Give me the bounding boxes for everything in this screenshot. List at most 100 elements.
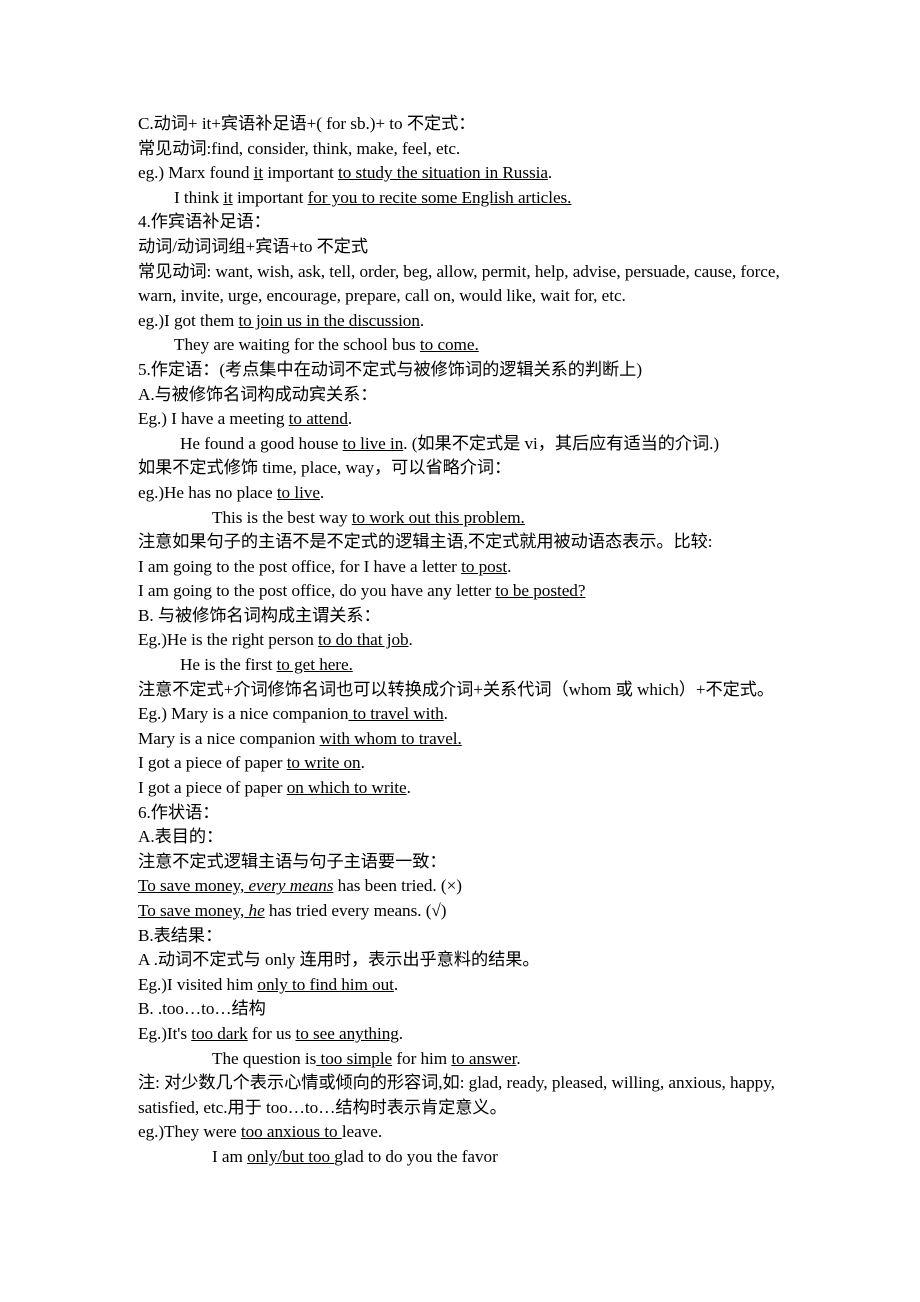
- line-text: 常见动词: want, wish, ask, tell, order, beg,…: [138, 261, 780, 306]
- text-line-39: 注: 对少数几个表示心情或倾向的形容词,如: glad, ready, plea…: [138, 1071, 798, 1120]
- text-line-32: To save money, he has tried every means.…: [138, 899, 798, 924]
- line-prefix: He found a good house: [180, 433, 343, 453]
- text-line-23: 注意不定式+介词修饰名词也可以转换成介词+关系代词（whom 或 which）+…: [138, 678, 798, 703]
- line-text: B. 与被修饰名词构成主谓关系：: [138, 605, 381, 625]
- text-line-12: Eg.) I have a meeting to attend.: [138, 407, 798, 432]
- line-text: 常见动词:find, consider, think, make, feel, …: [138, 138, 461, 158]
- underlined-phrase: for you to recite some English articles.: [307, 187, 572, 207]
- text-line-02: 常见动词:find, consider, think, make, feel, …: [138, 137, 798, 162]
- line-prefix: I am going to the post office, for I hav…: [138, 556, 462, 576]
- underlined-phrase: to come.: [419, 335, 479, 355]
- line-suffix: .: [347, 409, 353, 429]
- italic-underlined-phrase: he: [244, 901, 265, 920]
- line-text: C.动词+ it+宾语补足语+( for sb.)+ to 不定式：: [138, 114, 476, 133]
- text-line-17: 注意如果句子的主语不是不定式的逻辑主语,不定式就用被动语态表示。比较:: [138, 530, 798, 555]
- text-line-14: 如果不定式修饰 time, place, way，可以省略介词：: [138, 456, 798, 481]
- line-text: 动词/动词词组+宾语+to 不定式: [138, 236, 369, 256]
- underlined-phrase: it: [253, 163, 264, 183]
- underlined-phrase: only to find him out: [257, 974, 394, 994]
- text-line-04: I think it important for you to recite s…: [138, 186, 798, 211]
- underlined-phrase: to get here.: [276, 655, 353, 675]
- document-page: C.动词+ it+宾语补足语+( for sb.)+ to 不定式： 常见动词:…: [138, 112, 798, 1170]
- line-prefix: Mary is a nice companion: [138, 728, 320, 748]
- underlined-phrase: only/but too: [247, 1146, 335, 1166]
- line-middle: important: [232, 187, 308, 207]
- underlined-phrase: To save money,: [138, 876, 245, 896]
- underlined-phrase: too anxious to: [240, 1122, 342, 1142]
- underlined-phrase: too dark: [191, 1023, 248, 1043]
- text-line-01: C.动词+ it+宾语补足语+( for sb.)+ to 不定式：: [138, 112, 798, 137]
- line-prefix: I am going to the post office, do you ha…: [138, 581, 496, 601]
- text-line-11: A.与被修饰名词构成动宾关系：: [138, 383, 798, 408]
- line-suffix: has been tried. (×): [333, 876, 462, 896]
- text-line-30: 注意不定式逻辑主语与句子主语要一致：: [138, 850, 798, 875]
- underlined-phrase: to see anything: [295, 1023, 399, 1043]
- text-line-13: He found a good house to live in. (如果不定式…: [138, 432, 798, 457]
- underlined-phrase: to attend: [288, 409, 348, 429]
- line-text: 4.作宾语补足语：: [138, 212, 271, 232]
- line-suffix: glad to do you the favor: [334, 1146, 498, 1166]
- text-line-28: 6.作状语：: [138, 801, 798, 826]
- line-text: 注意不定式+介词修饰名词也可以转换成介词+关系代词（whom 或 which）+…: [138, 679, 775, 699]
- line-text: 注: 对少数几个表示心情或倾向的形容词,如: glad, ready, plea…: [138, 1073, 775, 1117]
- line-suffix: .: [360, 753, 365, 773]
- text-line-35: Eg.)I visited him only to find him out.: [138, 973, 798, 998]
- line-middle: important: [263, 163, 338, 183]
- line-prefix: This is the best way: [212, 507, 352, 527]
- line-prefix: Eg.) Mary is a nice companion: [138, 704, 349, 724]
- line-text: 5.作定语：(考点集中在动词不定式与被修饰词的逻辑关系的判断上): [138, 359, 642, 379]
- underlined-phrase: to join us in the discussion: [238, 310, 420, 330]
- line-suffix: .: [419, 310, 425, 330]
- text-line-21: Eg.)He is the right person to do that jo…: [138, 628, 798, 653]
- text-line-37: Eg.)It's too dark for us to see anything…: [138, 1022, 798, 1047]
- text-line-26: I got a piece of paper to write on.: [138, 751, 798, 776]
- text-line-10: 5.作定语：(考点集中在动词不定式与被修饰词的逻辑关系的判断上): [138, 358, 798, 383]
- text-line-29: A.表目的：: [138, 825, 798, 850]
- line-prefix: The question is: [212, 1048, 317, 1068]
- line-middle: for us: [247, 1023, 296, 1043]
- underlined-phrase: to travel with: [348, 704, 444, 724]
- underlined-phrase: to be posted?: [495, 581, 586, 601]
- line-prefix: eg.)He has no place: [138, 482, 277, 502]
- text-line-25: Mary is a nice companion with whom to tr…: [138, 727, 798, 752]
- text-line-34: A .动词不定式与 only 连用时，表示出乎意料的结果。: [138, 948, 798, 973]
- text-line-22: He is the first to get here.: [138, 653, 798, 678]
- line-prefix: They are waiting for the school bus: [174, 335, 420, 355]
- text-line-05: 4.作宾语补足语：: [138, 210, 798, 235]
- line-suffix: .: [443, 704, 448, 724]
- line-suffix: . (如果不定式是 vi，其后应有适当的介词.): [403, 433, 720, 453]
- text-line-33: B.表结果：: [138, 924, 798, 949]
- line-suffix: .: [408, 630, 413, 650]
- text-line-36: B. .too…to…结构: [138, 997, 798, 1022]
- text-line-40: eg.)They were too anxious to leave.: [138, 1120, 798, 1145]
- line-text: B. .too…to…结构: [138, 999, 266, 1019]
- line-suffix: .: [516, 1048, 521, 1068]
- underlined-phrase: to post: [461, 556, 508, 576]
- line-prefix: I got a piece of paper: [138, 778, 287, 798]
- line-prefix: Eg.)I visited him: [138, 974, 258, 994]
- italic-underlined-phrase: every means: [244, 876, 334, 896]
- line-text: 如果不定式修饰 time, place, way，可以省略介词：: [138, 458, 512, 478]
- underlined-phrase: to live: [276, 482, 320, 502]
- text-line-06: 动词/动词词组+宾语+to 不定式: [138, 235, 798, 260]
- line-suffix: .: [507, 556, 512, 576]
- text-line-09: They are waiting for the school bus to c…: [138, 333, 798, 358]
- text-line-20: B. 与被修饰名词构成主谓关系：: [138, 604, 798, 629]
- text-line-15: eg.)He has no place to live.: [138, 481, 798, 506]
- line-prefix: I am: [212, 1146, 248, 1166]
- underlined-phrase: too simple: [316, 1048, 393, 1068]
- line-prefix: I got a piece of paper: [138, 753, 287, 773]
- text-line-24: Eg.) Mary is a nice companion to travel …: [138, 702, 798, 727]
- text-line-31: To save money, every means has been trie…: [138, 874, 798, 899]
- line-suffix: has tried every means. (√): [264, 901, 447, 920]
- text-line-16: This is the best way to work out this pr…: [138, 506, 798, 531]
- line-prefix: eg.)I got them: [138, 310, 239, 330]
- line-prefix: Eg.)He is the right person: [138, 630, 319, 650]
- line-text: A.表目的：: [138, 827, 224, 847]
- text-line-08: eg.)I got them to join us in the discuss…: [138, 309, 798, 334]
- line-prefix: Eg.)It's: [138, 1023, 192, 1043]
- line-prefix: Eg.) I have a meeting: [138, 409, 289, 429]
- line-suffix: .: [393, 974, 399, 994]
- underlined-phrase: with whom to travel.: [319, 728, 462, 748]
- text-line-03: eg.) Marx found it important to study th…: [138, 161, 798, 186]
